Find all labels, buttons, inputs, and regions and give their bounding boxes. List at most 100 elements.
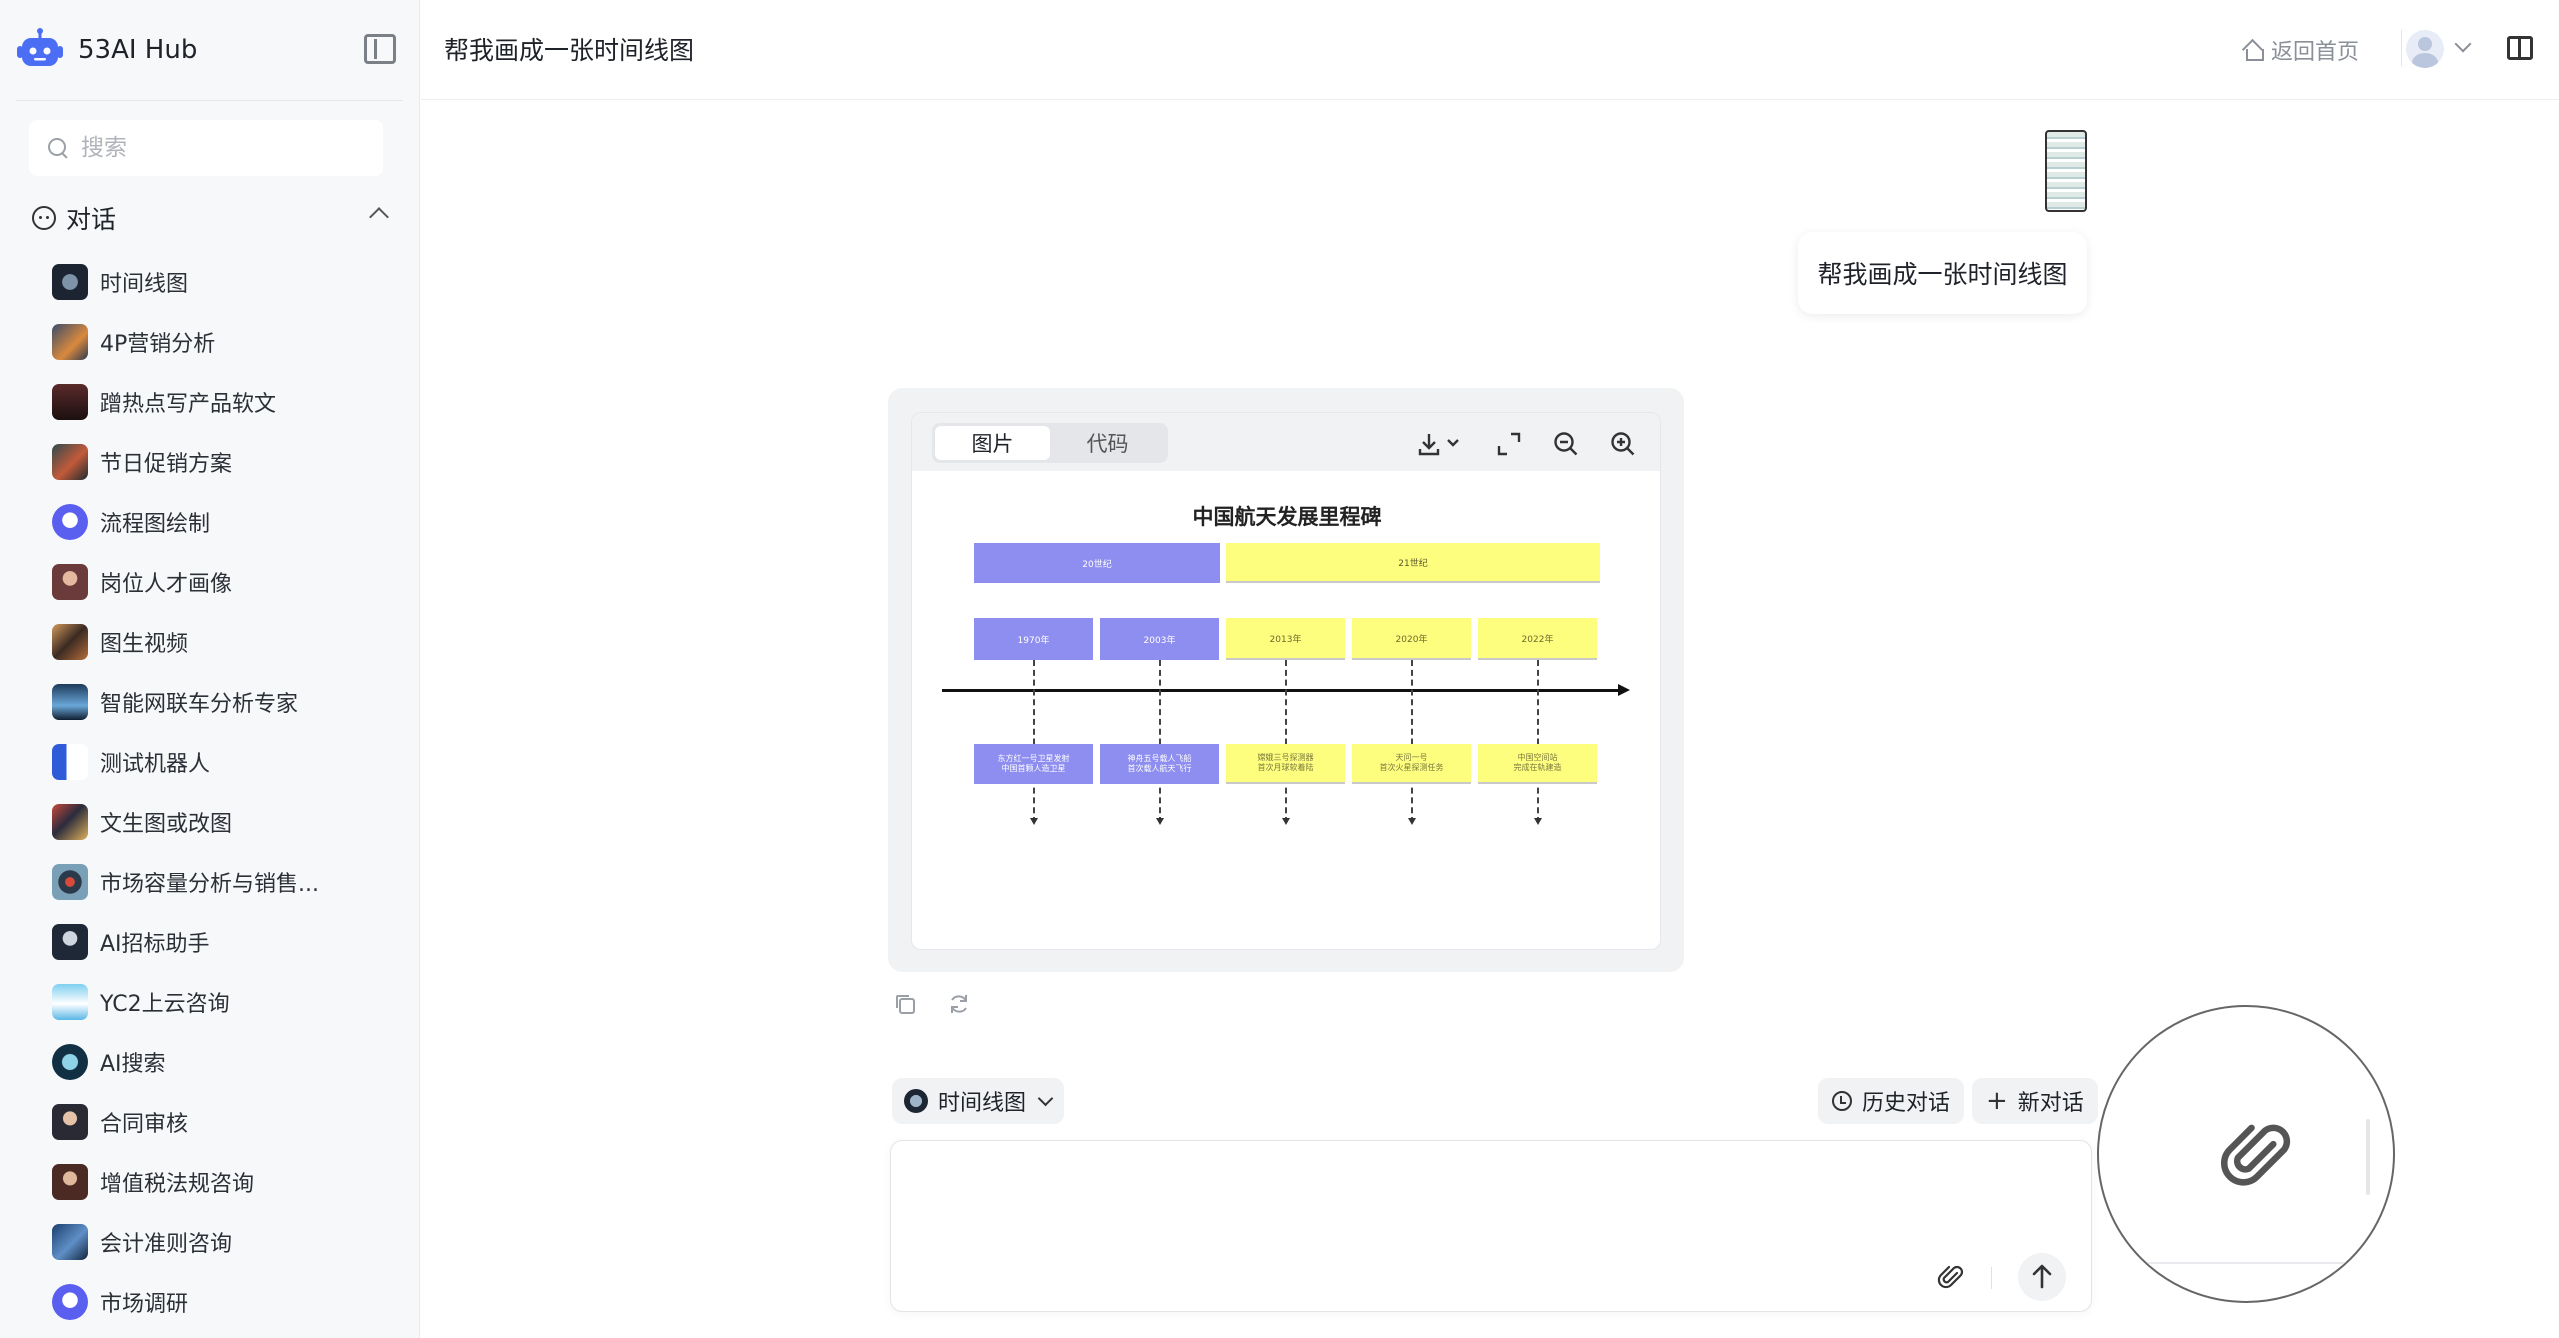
search-box[interactable] bbox=[29, 120, 383, 176]
zoom-out-icon[interactable] bbox=[1553, 431, 1579, 457]
event-box: 嫦娥三号探测器 首次月球软着陆 bbox=[1226, 744, 1345, 784]
zoom-in-icon[interactable] bbox=[1610, 431, 1636, 457]
plus-icon: + bbox=[1986, 1086, 2008, 1116]
image-avatar-icon bbox=[52, 804, 88, 840]
event-box: 东方红一号卫星发射 中国首颗人造卫星 bbox=[974, 744, 1093, 784]
user-message-bubble: 帮我画成一张时间线图 bbox=[1798, 232, 2087, 314]
brand-name: 53AI Hub bbox=[78, 35, 198, 65]
chevron-down-icon[interactable] bbox=[2454, 35, 2472, 53]
cloud-avatar-icon bbox=[52, 984, 88, 1020]
event-box: 天问一号 首次火星探测任务 bbox=[1352, 744, 1471, 784]
sidebar-item-label: 增值税法规咨询 bbox=[100, 1172, 255, 1197]
sidebar-item-vat-law[interactable]: 增值税法规咨询 bbox=[52, 1152, 402, 1212]
research-avatar-icon bbox=[52, 1284, 88, 1320]
send-button[interactable] bbox=[2018, 1253, 2066, 1301]
regenerate-icon[interactable] bbox=[947, 992, 971, 1016]
user-attached-image[interactable] bbox=[2045, 130, 2087, 212]
year-box: 2003年 bbox=[1100, 618, 1219, 660]
tab-code[interactable]: 代码 bbox=[1050, 426, 1165, 460]
sidebar-item-image-to-video[interactable]: 图生视频 bbox=[52, 612, 402, 672]
sidebar-item-market-research[interactable]: 市场调研 bbox=[52, 1272, 402, 1332]
search-input[interactable] bbox=[81, 135, 361, 161]
sidebar-item-festival[interactable]: 节日促销方案 bbox=[52, 432, 402, 492]
view-tabs: 图片 代码 bbox=[932, 423, 1168, 463]
chevron-up-icon[interactable] bbox=[369, 207, 389, 227]
fullscreen-icon[interactable] bbox=[1496, 431, 1522, 457]
sidebar-collapse-icon[interactable] bbox=[364, 34, 396, 64]
sidebar-item-label: 智能网联车分析专家 bbox=[100, 692, 299, 717]
era-20th-century: 20世纪 bbox=[974, 543, 1220, 583]
sidebar-item-label: 会计准则咨询 bbox=[100, 1232, 233, 1257]
sidebar-item-test-bot[interactable]: 测试机器人 bbox=[52, 732, 402, 792]
magnifier-overlay bbox=[2097, 1005, 2395, 1303]
person-avatar-icon bbox=[52, 564, 88, 600]
sidebar-item-hot-topic[interactable]: 蹭热点写产品软文 bbox=[52, 372, 402, 432]
sidebar-item-timeline[interactable]: 时间线图 bbox=[52, 252, 402, 312]
home-link[interactable]: 返回首页 bbox=[2243, 34, 2359, 66]
sidebar-item-ai-search[interactable]: AI搜索 bbox=[52, 1032, 402, 1092]
timeline-connector bbox=[1285, 660, 1287, 823]
sidebar-item-accounting[interactable]: 会计准则咨询 bbox=[52, 1212, 402, 1272]
sidebar-item-market-capacity[interactable]: 市场容量分析与销售... bbox=[52, 852, 402, 912]
copy-icon[interactable] bbox=[893, 992, 917, 1016]
timeline-preview-panel: 图片 代码 中国航天发展里程碑 20世纪 21世纪 1970年 2003年 20… bbox=[911, 412, 1661, 950]
new-chat-button[interactable]: + 新对话 bbox=[1972, 1078, 2098, 1124]
year-box: 2013年 bbox=[1226, 618, 1345, 660]
axis-arrow-icon bbox=[1618, 684, 1630, 696]
event-box: 中国空间站 完成在轨建造 bbox=[1478, 744, 1597, 784]
sidebar-item-contract-review[interactable]: 合同审核 bbox=[52, 1092, 402, 1152]
sidebar-item-flowchart[interactable]: 流程图绘制 bbox=[52, 492, 402, 552]
accounting-avatar-icon bbox=[52, 1224, 88, 1260]
bot-avatar-icon bbox=[52, 744, 88, 780]
sidebar-item-label: 蹭热点写产品软文 bbox=[100, 392, 277, 417]
divider bbox=[2366, 1119, 2370, 1195]
timeline-avatar-icon bbox=[52, 264, 88, 300]
tab-image[interactable]: 图片 bbox=[935, 426, 1050, 460]
side-panel-toggle-icon[interactable] bbox=[2507, 36, 2533, 60]
contract-avatar-icon bbox=[52, 1104, 88, 1140]
page-title: 帮我画成一张时间线图 bbox=[444, 36, 695, 65]
assistant-selector-label: 时间线图 bbox=[938, 1091, 1027, 1116]
history-chat-button[interactable]: 历史对话 bbox=[1818, 1078, 1965, 1124]
section-title: 对话 bbox=[66, 205, 117, 234]
sidebar-item-label: YC2上云咨询 bbox=[100, 992, 230, 1017]
timeline-connector bbox=[1033, 660, 1035, 823]
download-icon[interactable] bbox=[1418, 431, 1468, 457]
sidebar-item-label: 合同审核 bbox=[100, 1112, 189, 1137]
sidebar-item-yc2-cloud[interactable]: YC2上云咨询 bbox=[52, 972, 402, 1032]
video-avatar-icon bbox=[52, 624, 88, 660]
paperclip-icon[interactable] bbox=[1937, 1263, 1965, 1291]
bid-avatar-icon bbox=[52, 924, 88, 960]
history-icon bbox=[1832, 1091, 1852, 1111]
connector-arrow-icon bbox=[1282, 818, 1290, 825]
message-input[interactable] bbox=[911, 1157, 2011, 1257]
timeline-title: 中国航天发展里程碑 bbox=[1192, 505, 1382, 529]
sidebar-item-talent[interactable]: 岗位人才画像 bbox=[52, 552, 402, 612]
sidebar-item-label: 岗位人才画像 bbox=[100, 572, 233, 597]
microphone-avatar-icon bbox=[52, 384, 88, 420]
assistant-selector[interactable]: 时间线图 bbox=[892, 1078, 1064, 1124]
sidebar-item-label: 4P营销分析 bbox=[100, 332, 216, 357]
timeline-connector bbox=[1411, 660, 1413, 823]
year-box: 1970年 bbox=[974, 618, 1093, 660]
sidebar-item-label: AI招标助手 bbox=[100, 932, 210, 957]
conversations-section-header[interactable]: 对话 bbox=[32, 198, 392, 238]
user-avatar[interactable] bbox=[2406, 30, 2444, 68]
sidebar-item-label: 文生图或改图 bbox=[100, 812, 233, 837]
sidebar-item-4p-marketing[interactable]: 4P营销分析 bbox=[52, 312, 402, 372]
sidebar-item-ai-bidding[interactable]: AI招标助手 bbox=[52, 912, 402, 972]
festival-avatar-icon bbox=[52, 444, 88, 480]
sidebar-item-text-to-image[interactable]: 文生图或改图 bbox=[52, 792, 402, 852]
timeline-connector bbox=[1159, 660, 1161, 823]
connector-arrow-icon bbox=[1534, 818, 1542, 825]
connector-arrow-icon bbox=[1408, 818, 1416, 825]
new-chat-label: 新对话 bbox=[2017, 1091, 2084, 1116]
sidebar-item-connected-car[interactable]: 智能网联车分析专家 bbox=[52, 672, 402, 732]
connector-arrow-icon bbox=[1156, 818, 1164, 825]
timeline-axis bbox=[942, 689, 1622, 692]
sidebar-item-label: 流程图绘制 bbox=[100, 512, 211, 537]
brand[interactable]: 53AI Hub bbox=[16, 24, 197, 76]
year-box: 2022年 bbox=[1478, 618, 1597, 660]
message-composer bbox=[890, 1140, 2092, 1312]
era-21st-century: 21世纪 bbox=[1226, 543, 1600, 583]
